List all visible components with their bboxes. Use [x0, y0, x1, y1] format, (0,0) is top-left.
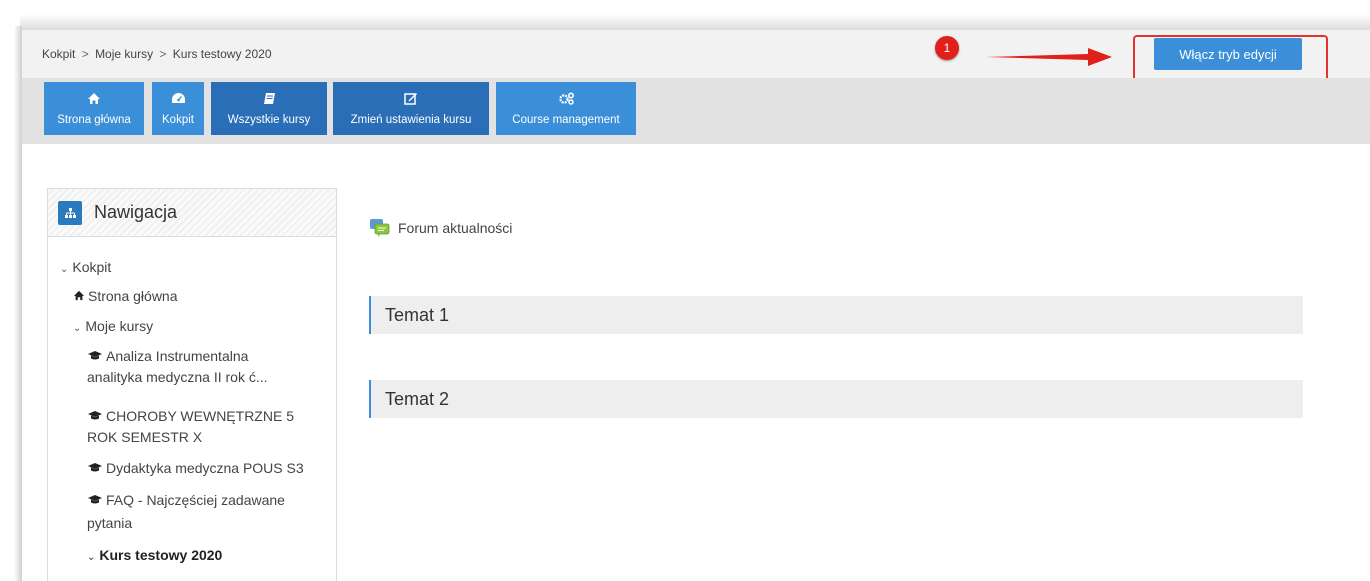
window-left-shadow — [14, 26, 22, 581]
breadcrumb-current[interactable]: Kurs testowy 2020 — [173, 47, 272, 61]
page-header: Kokpit > Moje kursy > Kurs testowy 2020 … — [22, 30, 1370, 82]
graduation-cap-icon — [87, 407, 103, 427]
tree-item-home[interactable]: Strona główna — [73, 286, 178, 307]
graduation-cap-icon — [87, 459, 103, 479]
forum-label: Forum aktualności — [398, 220, 513, 236]
annotation-arrow-icon — [986, 48, 1112, 66]
forum-icon — [369, 218, 391, 238]
section-title: Temat 2 — [385, 388, 450, 409]
dashboard-icon — [171, 92, 186, 108]
course-nav-bar: Strona główna Kokpit Wszystkie kursy Zmi… — [22, 78, 1370, 144]
nav-button-kokpit[interactable]: Kokpit — [152, 82, 204, 135]
cogs-icon — [558, 91, 575, 108]
edit-mode-button[interactable]: Włącz tryb edycji — [1154, 38, 1302, 70]
section-title: Temat 1 — [385, 304, 450, 325]
section-topic-1[interactable]: Temat 1 — [369, 296, 1303, 334]
graduation-cap-icon — [87, 347, 103, 367]
tree-item-course[interactable]: FAQ - Najczęściej zadawane — [87, 490, 285, 511]
nav-button-all-courses[interactable]: Wszystkie kursy — [211, 82, 327, 135]
breadcrumb: Kokpit > Moje kursy > Kurs testowy 2020 — [42, 47, 272, 61]
nav-button-label: Wszystkie kursy — [227, 113, 311, 126]
tree-item-current-course[interactable]: ⌄ Kurs testowy 2020 — [87, 545, 222, 568]
nav-button-course-settings[interactable]: Zmień ustawienia kursu — [333, 82, 489, 135]
breadcrumb-separator: > — [81, 47, 89, 61]
navigation-block: Nawigacja ⌄ Kokpit Strona główna ⌄ Moje ku… — [47, 188, 337, 581]
navigation-block-title: Nawigacja — [94, 202, 178, 222]
breadcrumb-link-kokpit[interactable]: Kokpit — [42, 47, 75, 61]
nav-button-label: Kokpit — [162, 113, 194, 126]
breadcrumb-separator: > — [159, 47, 167, 61]
graduation-cap-icon — [87, 491, 103, 511]
chevron-down-icon: ⌄ — [60, 264, 69, 275]
annotation-step-badge: 1 — [935, 36, 959, 60]
book-icon — [263, 92, 276, 108]
section-topic-2[interactable]: Temat 2 — [369, 380, 1303, 418]
home-icon — [73, 287, 85, 307]
nav-button-course-management[interactable]: Course management — [496, 82, 636, 135]
sitemap-icon — [58, 200, 82, 225]
forum-activity[interactable]: Forum aktualności — [369, 218, 512, 238]
nav-button-label: Course management — [512, 113, 620, 126]
navigation-block-header: Nawigacja — [48, 189, 336, 237]
nav-button-label: Strona główna — [57, 113, 131, 126]
tree-item-course-line2[interactable]: ROK SEMESTR X — [87, 427, 202, 447]
chevron-down-icon: ⌄ — [87, 552, 96, 563]
breadcrumb-link-moje-kursy[interactable]: Moje kursy — [95, 47, 153, 61]
nav-button-label: Zmień ustawienia kursu — [350, 113, 472, 126]
tree-item-course[interactable]: Dydaktyka medyczna POUS S3 — [87, 458, 304, 479]
course-page: Kokpit > Moje kursy > Kurs testowy 2020 … — [22, 30, 1370, 581]
chevron-down-icon: ⌄ — [73, 323, 82, 334]
home-icon — [87, 92, 101, 108]
nav-button-home[interactable]: Strona główna — [44, 82, 144, 135]
edit-icon — [404, 92, 418, 108]
tree-item-my-courses[interactable]: ⌄ Moje kursy — [73, 316, 153, 339]
tree-item-course[interactable]: Analiza Instrumentalna — [87, 346, 248, 367]
tree-item-kokpit[interactable]: ⌄ Kokpit — [60, 257, 111, 280]
tree-item-course-line2[interactable]: pytania — [87, 513, 132, 533]
tree-item-course[interactable]: CHOROBY WEWNĘTRZNE 5 — [87, 406, 294, 427]
tree-item-course-line2[interactable]: analityka medyczna II rok ć... — [87, 367, 268, 387]
